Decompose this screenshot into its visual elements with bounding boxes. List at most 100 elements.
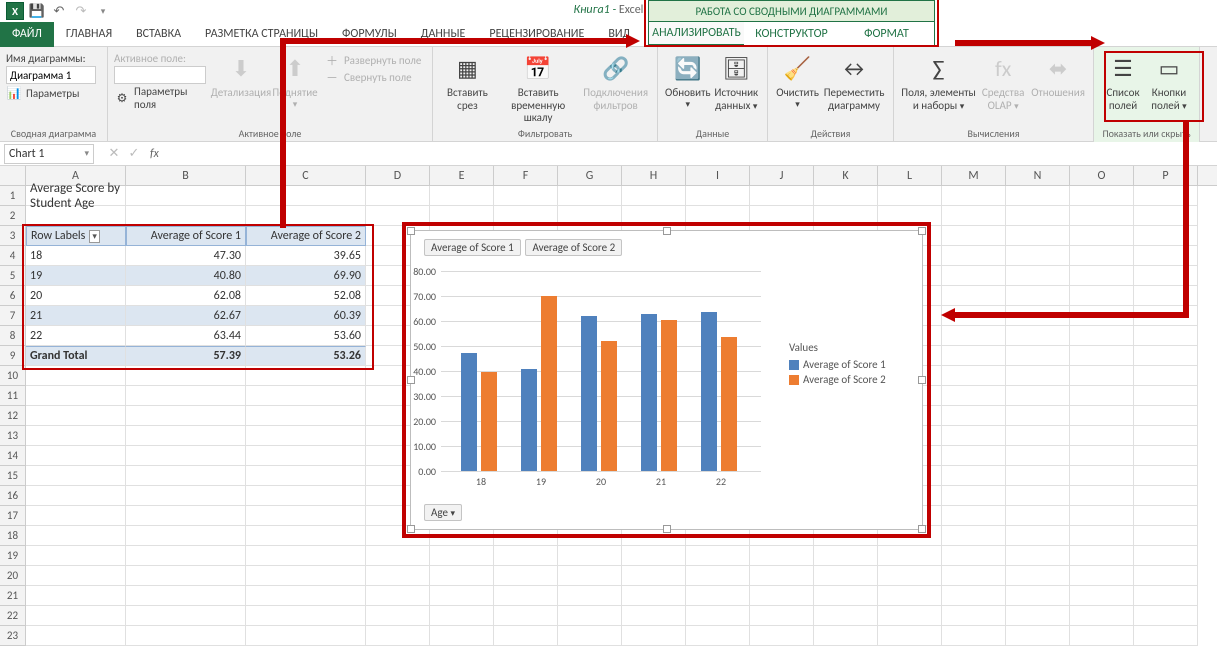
cell[interactable]: 18 <box>26 246 126 266</box>
insert-timeline-button[interactable]: 📅 Вставитьвременную шкалу <box>496 51 580 127</box>
bar[interactable] <box>521 369 537 471</box>
cell[interactable] <box>1006 566 1070 586</box>
data-source-button[interactable]: 🗄 Источникданных ▾ <box>712 51 761 127</box>
cell[interactable] <box>942 446 1006 466</box>
cell[interactable] <box>814 586 878 606</box>
cell[interactable] <box>1134 486 1198 506</box>
row-header[interactable]: 2 <box>0 206 26 226</box>
cell[interactable] <box>246 566 366 586</box>
cell[interactable] <box>942 186 1006 206</box>
cell[interactable] <box>494 586 558 606</box>
cell[interactable] <box>1006 186 1070 206</box>
redo-icon[interactable]: ↷ <box>70 1 92 21</box>
undo-icon[interactable]: ↶ <box>48 1 70 21</box>
col-header-G[interactable]: G <box>558 166 622 185</box>
cell[interactable] <box>1134 246 1198 266</box>
tab-view[interactable]: ВИД <box>596 22 642 47</box>
bar[interactable] <box>601 341 617 471</box>
cell[interactable] <box>942 306 1006 326</box>
cell[interactable]: 60.39 <box>246 306 366 326</box>
cell[interactable] <box>26 526 126 546</box>
cell[interactable] <box>750 586 814 606</box>
cell[interactable] <box>686 586 750 606</box>
tab-format[interactable]: ФОРМАТ <box>839 22 934 46</box>
cell[interactable]: 53.60 <box>246 326 366 346</box>
cell[interactable] <box>558 546 622 566</box>
row-header[interactable]: 20 <box>0 566 26 586</box>
cell[interactable] <box>1134 306 1198 326</box>
cell[interactable] <box>750 186 814 206</box>
cell[interactable] <box>1006 306 1070 326</box>
cell[interactable] <box>1134 606 1198 626</box>
cell[interactable] <box>750 606 814 626</box>
clear-button[interactable]: 🧹 Очистить▾ <box>774 51 821 127</box>
insert-slicer-button[interactable]: ▦ Вставитьсрез <box>439 51 496 127</box>
cell[interactable] <box>366 566 430 586</box>
cell[interactable] <box>1006 346 1070 366</box>
col-header-M[interactable]: M <box>942 166 1006 185</box>
cell[interactable] <box>1070 246 1134 266</box>
cell[interactable] <box>366 206 430 226</box>
cell[interactable] <box>430 546 494 566</box>
cell[interactable] <box>246 446 366 466</box>
cell[interactable] <box>942 566 1006 586</box>
cell[interactable] <box>26 406 126 426</box>
cell[interactable] <box>1070 566 1134 586</box>
cell[interactable] <box>942 526 1006 546</box>
cell[interactable] <box>126 386 246 406</box>
cell[interactable] <box>1006 226 1070 246</box>
cell[interactable] <box>126 626 246 646</box>
cell[interactable] <box>1070 326 1134 346</box>
cell[interactable] <box>26 586 126 606</box>
tab-file[interactable]: ФАЙЛ <box>0 22 54 47</box>
cell[interactable] <box>942 626 1006 646</box>
cell[interactable] <box>622 586 686 606</box>
cell[interactable] <box>942 486 1006 506</box>
cell[interactable] <box>942 386 1006 406</box>
cell[interactable] <box>126 526 246 546</box>
row-header[interactable]: 18 <box>0 526 26 546</box>
cell[interactable] <box>558 186 622 206</box>
cell[interactable] <box>494 206 558 226</box>
cell[interactable] <box>1134 586 1198 606</box>
cell[interactable] <box>1134 426 1198 446</box>
bar[interactable] <box>581 316 597 471</box>
cell[interactable] <box>1006 466 1070 486</box>
row-header[interactable]: 6 <box>0 286 26 306</box>
cell[interactable] <box>1070 226 1134 246</box>
cell[interactable] <box>622 606 686 626</box>
cell[interactable] <box>1070 506 1134 526</box>
select-all-corner[interactable] <box>0 166 26 185</box>
cell[interactable]: 53.26 <box>246 346 366 366</box>
cell[interactable] <box>1134 286 1198 306</box>
cell[interactable] <box>366 546 430 566</box>
cell[interactable]: Grand Total <box>26 346 126 366</box>
cell[interactable] <box>622 546 686 566</box>
cancel-icon[interactable]: ✕ <box>104 146 124 161</box>
cell[interactable] <box>750 546 814 566</box>
cell[interactable] <box>1070 626 1134 646</box>
cell[interactable] <box>1134 526 1198 546</box>
cell[interactable] <box>878 606 942 626</box>
cell[interactable] <box>246 186 366 206</box>
chart-value-btn-1[interactable]: Average of Score 1 <box>424 239 521 256</box>
cell[interactable] <box>942 606 1006 626</box>
row-header[interactable]: 21 <box>0 586 26 606</box>
cell[interactable] <box>246 506 366 526</box>
cell[interactable] <box>430 606 494 626</box>
cell[interactable] <box>26 366 126 386</box>
cell[interactable] <box>246 426 366 446</box>
cell[interactable] <box>558 626 622 646</box>
cell[interactable] <box>1134 186 1198 206</box>
cell[interactable]: 39.65 <box>246 246 366 266</box>
cell[interactable] <box>1070 486 1134 506</box>
cell[interactable] <box>878 566 942 586</box>
cell[interactable]: 40.80 <box>126 266 246 286</box>
cell[interactable] <box>246 366 366 386</box>
cell[interactable] <box>126 446 246 466</box>
tab-formulas[interactable]: ФОРМУЛЫ <box>330 22 409 47</box>
cell[interactable]: 57.39 <box>126 346 246 366</box>
cell[interactable] <box>942 246 1006 266</box>
cell[interactable] <box>942 426 1006 446</box>
cell[interactable] <box>26 386 126 406</box>
